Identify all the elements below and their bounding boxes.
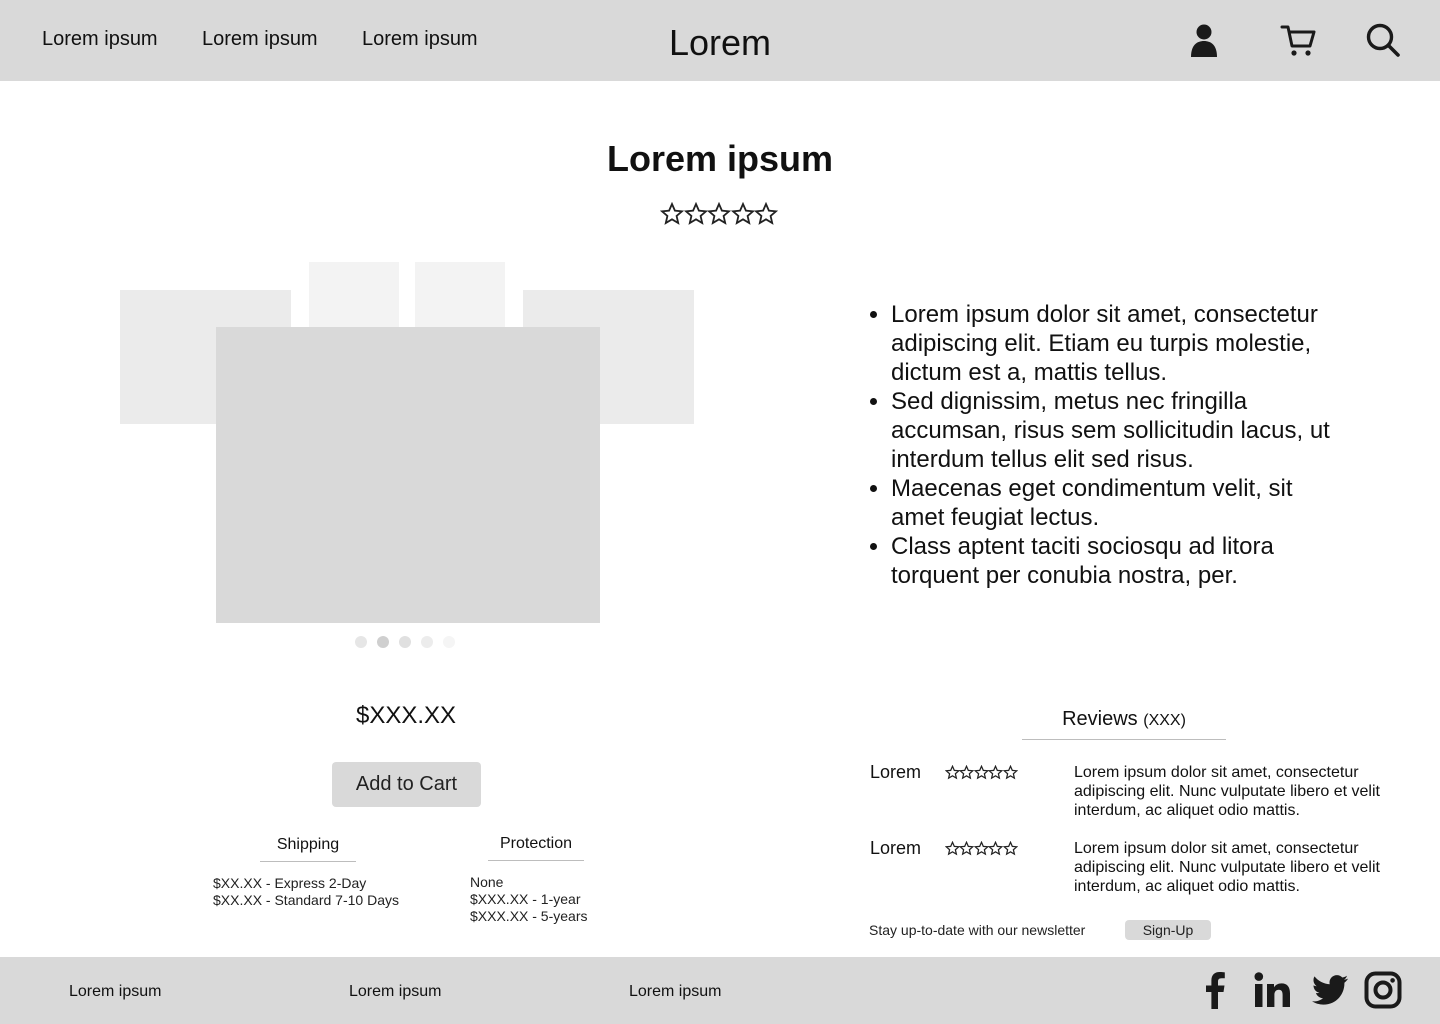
review-text: Lorem ipsum dolor sit amet, consectetur … [1074,840,1380,895]
protection-title: Protection [499,835,573,852]
shipping-title: Shipping [276,836,340,853]
carousel-dot[interactable] [443,636,455,648]
search-icon[interactable] [1365,22,1401,58]
cart-icon[interactable] [1280,22,1316,58]
reviewer-name: Lorem [870,838,922,858]
star-icon [973,765,989,780]
carousel-back-image[interactable] [415,262,505,328]
signup-button[interactable]: Sign-Up [1125,920,1211,940]
facebook-icon[interactable] [1196,971,1234,1009]
footer-link-3[interactable]: Lorem ipsum [629,983,721,1001]
reviews-count: (XXX) [1143,712,1186,729]
review-rating [945,841,1018,856]
star-icon [730,202,755,225]
carousel-dot[interactable] [421,636,433,648]
user-icon[interactable] [1186,22,1222,58]
linkedin-icon[interactable] [1253,971,1291,1009]
feature-item: Maecenas eget condimentum velit, sit ame… [891,474,1338,532]
product-title: Lorem ipsum [606,138,834,179]
star-icon [683,202,708,225]
protection-options: None $XXX.XX - 1-year $XXX.XX - 5-years [470,874,588,925]
star-icon [988,841,1004,856]
feature-item: Class aptent taciti sociosqu ad litora t… [891,532,1338,590]
site-header: Lorem ipsum Lorem ipsum Lorem ipsum Lore… [0,0,1440,81]
star-icon [973,841,989,856]
star-icon [1002,765,1018,780]
add-to-cart-button[interactable]: Add to Cart [332,762,481,807]
footer-link-1[interactable]: Lorem ipsum [69,983,161,1001]
instagram-icon[interactable] [1364,971,1402,1009]
star-icon [754,202,778,225]
reviews-divider [1022,739,1226,740]
carousel-dots [355,636,455,648]
shipping-options: $XX.XX - Express 2-Day $XX.XX - Standard… [213,875,399,909]
carousel-back-image[interactable] [309,262,399,328]
product-price: $XXX.XX [355,702,457,729]
product-features: Lorem ipsum dolor sit amet, consectetur … [868,300,1338,590]
star-icon [945,765,960,780]
shipping-option[interactable]: $XX.XX - Express 2-Day [213,875,399,892]
star-icon [959,841,975,856]
review-text: Lorem ipsum dolor sit amet, consectetur … [1074,764,1380,819]
review-rating [945,765,1018,780]
protection-option[interactable]: $XXX.XX - 1-year [470,891,588,908]
protection-option[interactable]: $XXX.XX - 5-years [470,908,588,925]
star-icon [988,765,1004,780]
protection-option[interactable]: None [470,874,588,891]
reviews-header[interactable]: Reviews (XXX) [1022,708,1226,731]
star-icon [707,202,731,225]
reviewer-name: Lorem [870,762,922,782]
shipping-divider [260,861,356,862]
brand-logo[interactable]: Lorem [0,22,1440,64]
twitter-icon[interactable] [1311,971,1349,1009]
carousel-dot[interactable] [355,636,367,648]
footer-link-2[interactable]: Lorem ipsum [349,983,441,1001]
newsletter-text: Stay up-to-date with our newsletter [869,922,1086,938]
star-icon [1002,841,1018,856]
star-icon [660,202,684,225]
protection-divider [488,860,584,861]
reviews-label: Reviews [1062,708,1138,730]
site-footer: Lorem ipsum Lorem ipsum Lorem ipsum [0,957,1440,1024]
product-main-image[interactable] [216,327,600,623]
feature-item: Sed dignissim, metus nec fringilla accum… [891,387,1338,474]
shipping-option[interactable]: $XX.XX - Standard 7-10 Days [213,892,399,909]
product-rating [660,202,778,226]
carousel-dot-active[interactable] [377,636,389,648]
carousel-dot[interactable] [399,636,411,648]
feature-item: Lorem ipsum dolor sit amet, consectetur … [891,300,1338,387]
star-icon [945,841,960,856]
star-icon [959,765,975,780]
